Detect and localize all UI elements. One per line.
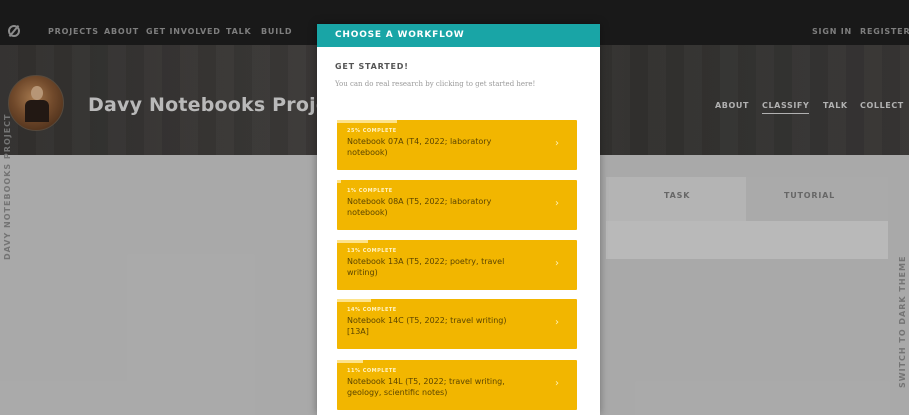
workflow-percent-label: 14% COMPLETE <box>347 307 397 313</box>
dialog-header: CHOOSE A WORKFLOW <box>317 24 600 47</box>
chevron-right-icon: › <box>555 258 559 269</box>
workflow-progress-bar <box>337 120 397 123</box>
workflow-percent-label: 1% COMPLETE <box>347 188 393 194</box>
dialog-title: CHOOSE A WORKFLOW <box>335 30 465 40</box>
chevron-right-icon: › <box>555 138 559 149</box>
workflow-button[interactable]: 25% COMPLETE Notebook 07A (T4, 2022; labo… <box>337 120 577 170</box>
workflow-percent-label: 13% COMPLETE <box>347 248 397 254</box>
workflow-name: Notebook 13A (T5, 2022; poetry, travel w… <box>347 257 505 277</box>
chevron-right-icon: › <box>555 198 559 209</box>
chevron-right-icon: › <box>555 378 559 389</box>
workflow-button[interactable]: 13% COMPLETE Notebook 13A (T5, 2022; poet… <box>337 240 577 290</box>
choose-workflow-dialog: CHOOSE A WORKFLOW GET STARTED! You can d… <box>317 24 600 415</box>
get-started-heading: GET STARTED! <box>335 62 409 71</box>
workflow-name: Notebook 14C (T5, 2022; travel writing) … <box>347 316 507 336</box>
workflow-name: Notebook 07A (T4, 2022; laboratory noteb… <box>347 137 492 157</box>
workflow-progress-bar <box>337 299 371 302</box>
workflow-percent-label: 25% COMPLETE <box>347 128 397 134</box>
workflow-button[interactable]: 1% COMPLETE Notebook 08A (T5, 2022; labor… <box>337 180 577 230</box>
workflow-button[interactable]: 11% COMPLETE Notebook 14L (T5, 2022; trav… <box>337 360 577 410</box>
workflow-progress-bar <box>337 360 363 363</box>
workflow-progress-bar <box>337 240 368 243</box>
intro-text: You can do real research by clicking to … <box>335 80 536 88</box>
workflow-percent-label: 11% COMPLETE <box>347 368 397 374</box>
chevron-right-icon: › <box>555 317 559 328</box>
workflow-name: Notebook 14L (T5, 2022; travel writing, … <box>347 377 505 397</box>
workflow-button[interactable]: 14% COMPLETE Notebook 14C (T5, 2022; trav… <box>337 299 577 349</box>
workflow-progress-bar <box>337 180 341 183</box>
workflow-name: Notebook 08A (T5, 2022; laboratory noteb… <box>347 197 492 217</box>
